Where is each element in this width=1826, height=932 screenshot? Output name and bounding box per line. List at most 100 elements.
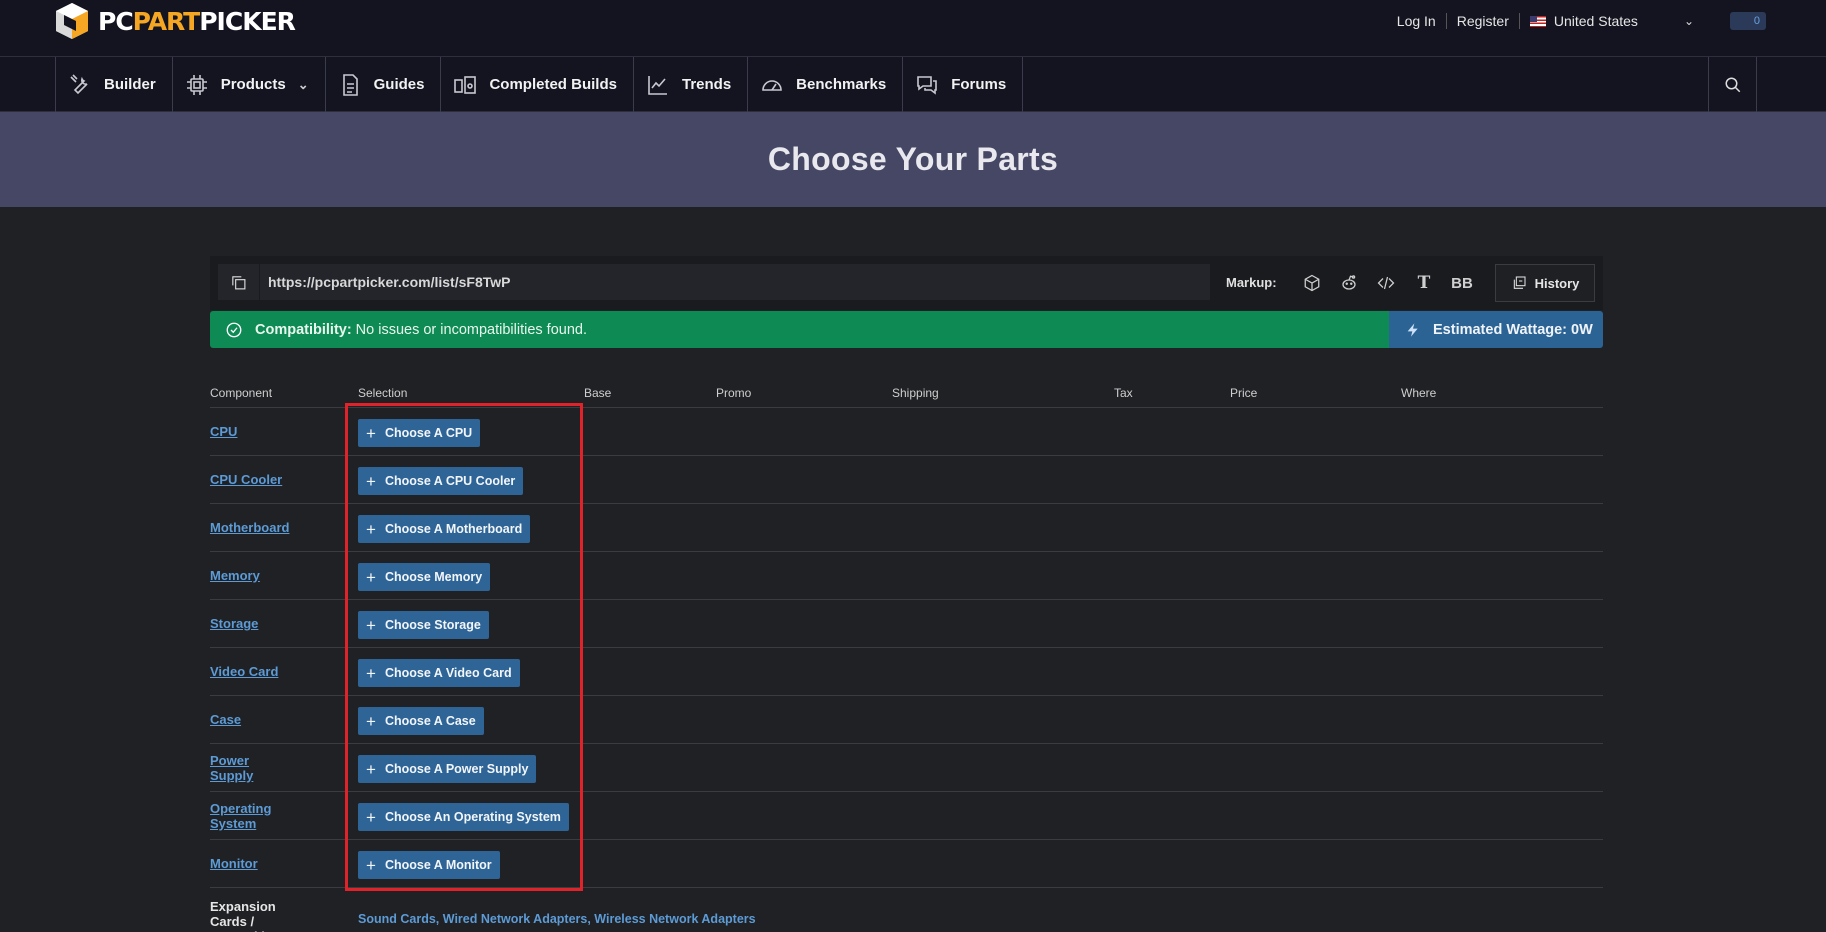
compatibility-bar: Compatibility: No issues or incompatibil… <box>210 311 1389 348</box>
gauge-icon <box>762 79 782 91</box>
login-link[interactable]: Log In <box>1387 13 1447 29</box>
table-row: Monitor + Choose A Monitor <box>210 840 1603 888</box>
plus-icon: + <box>366 711 376 731</box>
component-link-case[interactable]: Case <box>210 712 241 727</box>
cube-icon[interactable] <box>1299 270 1325 296</box>
component-link-cpu-cooler[interactable]: CPU Cooler <box>210 472 282 487</box>
main-nav: Builder Products ⌄ Guides Completed Buil… <box>0 57 1826 112</box>
wattage-label: Estimated Wattage: 0W <box>1433 321 1593 338</box>
builds-icon <box>454 75 477 94</box>
nav-benchmarks[interactable]: Benchmarks <box>747 57 902 112</box>
sound-cards-link[interactable]: Sound Cards <box>358 912 436 926</box>
nav-completed-builds[interactable]: Completed Builds <box>440 57 633 112</box>
table-row: Video Card + Choose A Video Card <box>210 648 1603 696</box>
choose-power-supply-button[interactable]: + Choose A Power Supply <box>358 755 537 783</box>
list-url-field[interactable]: https://pcpartpicker.com/list/sF8TwP <box>218 264 1210 300</box>
plus-icon: + <box>366 663 376 683</box>
component-link-cpu[interactable]: CPU <box>210 424 237 439</box>
nav-products[interactable]: Products ⌄ <box>171 57 325 112</box>
table-row: CPU Cooler + Choose A CPU Cooler <box>210 456 1603 504</box>
table-row: Memory + Choose Memory <box>210 552 1603 600</box>
component-link-video-card[interactable]: Video Card <box>210 664 278 679</box>
column-header: Selection <box>358 386 408 400</box>
search-icon <box>1725 77 1740 92</box>
reddit-icon[interactable] <box>1336 270 1362 296</box>
plus-icon: + <box>366 423 376 443</box>
choose-case-button[interactable]: + Choose A Case <box>358 707 484 735</box>
choose-cpu-cooler-button[interactable]: + Choose A CPU Cooler <box>358 467 524 495</box>
list-toolbar: https://pcpartpicker.com/list/sF8TwP Mar… <box>210 256 1603 310</box>
compatibility-label: Compatibility: <box>255 321 352 338</box>
bbcode-icon[interactable]: BB <box>1446 270 1478 296</box>
component-link-power-supply[interactable]: Power Supply <box>210 753 260 783</box>
history-icon <box>1513 276 1526 289</box>
cart-count: 0 <box>1753 15 1760 27</box>
plus-icon: + <box>366 615 376 635</box>
choose-storage-button[interactable]: + Choose Storage <box>358 611 489 639</box>
search-button[interactable] <box>1708 57 1757 112</box>
check-circle-icon <box>226 322 242 337</box>
nav-label: Guides <box>373 76 425 93</box>
column-header: Where <box>1401 386 1437 400</box>
table-row: Motherboard + Choose A Motherboard <box>210 504 1603 552</box>
nav-label: Builder <box>104 76 156 93</box>
history-button[interactable]: History <box>1495 264 1595 302</box>
nav-forums[interactable]: Forums <box>902 57 1024 112</box>
component-link-motherboard[interactable]: Motherboard <box>210 520 289 535</box>
component-link-memory[interactable]: Memory <box>210 568 260 583</box>
document-icon <box>342 73 358 96</box>
compatibility-message: No issues or incompatibilities found. <box>355 321 587 338</box>
column-header: Promo <box>716 386 752 400</box>
text-format-icon[interactable]: T <box>1411 270 1437 296</box>
wattage-bar: Estimated Wattage: 0W <box>1389 311 1603 348</box>
plus-icon: + <box>366 519 376 539</box>
wireless-network-adapters-link[interactable]: Wireless Network Adapters <box>594 912 755 926</box>
logo-text: PCPARTPICKER <box>98 6 296 36</box>
table-row: Operating System + Choose An Operating Sy… <box>210 792 1603 840</box>
history-label: History <box>1534 275 1580 291</box>
chevron-down-icon: ⌄ <box>1683 14 1694 28</box>
choose-operating-system-button[interactable]: + Choose An Operating System <box>358 803 569 831</box>
wrench-icon <box>70 73 88 94</box>
plus-icon: + <box>366 567 376 587</box>
table-header: Component Selection Base Promo Shipping … <box>210 386 1603 408</box>
table-row: Case + Choose A Case <box>210 696 1603 744</box>
choose-memory-button[interactable]: + Choose Memory <box>358 563 491 591</box>
column-header: Shipping <box>892 386 939 400</box>
wired-network-adapters-link[interactable]: Wired Network Adapters <box>443 912 588 926</box>
nav-guides[interactable]: Guides <box>324 57 441 112</box>
country-select[interactable]: United States ⌄ <box>1520 13 1704 29</box>
copy-icon[interactable] <box>218 264 260 300</box>
chat-icon <box>917 75 938 95</box>
register-link[interactable]: Register <box>1447 13 1520 29</box>
expansion-links: Sound Cards, Wired Network Adapters, Wir… <box>358 912 756 926</box>
cart-button[interactable]: 0 <box>1730 12 1766 30</box>
choose-monitor-button[interactable]: + Choose A Monitor <box>358 851 500 879</box>
choose-video-card-button[interactable]: + Choose A Video Card <box>358 659 520 687</box>
chip-icon <box>186 74 207 95</box>
plus-icon: + <box>366 807 376 827</box>
logo[interactable]: PCPARTPICKER <box>54 0 296 42</box>
country-label: United States <box>1553 13 1638 29</box>
nav-label: Trends <box>681 76 732 93</box>
component-link-monitor[interactable]: Monitor <box>210 856 258 871</box>
expansion-label: Expansion Cards / Networking <box>210 899 281 932</box>
choose-motherboard-button[interactable]: + Choose A Motherboard <box>358 515 531 543</box>
chevron-down-icon: ⌄ <box>297 76 309 92</box>
component-link-operating-system[interactable]: Operating System <box>210 801 276 831</box>
plus-icon: + <box>366 759 376 779</box>
lightning-icon <box>1407 322 1418 337</box>
plus-icon: + <box>366 471 376 491</box>
page-title: Choose Your Parts <box>767 141 1059 177</box>
column-header: Tax <box>1114 386 1133 400</box>
nav-label: Benchmarks <box>796 76 887 93</box>
top-bar: PCPARTPICKER Log In Register United Stat… <box>0 0 1826 57</box>
component-link-storage[interactable]: Storage <box>210 616 258 631</box>
nav-builder[interactable]: Builder <box>55 57 172 112</box>
column-header: Base <box>584 386 612 400</box>
us-flag-icon <box>1529 15 1546 27</box>
nav-trends[interactable]: Trends <box>632 57 747 112</box>
nav-label: Completed Builds <box>489 76 617 93</box>
choose-cpu-button[interactable]: + Choose A CPU <box>358 419 481 447</box>
code-icon[interactable] <box>1373 270 1399 296</box>
